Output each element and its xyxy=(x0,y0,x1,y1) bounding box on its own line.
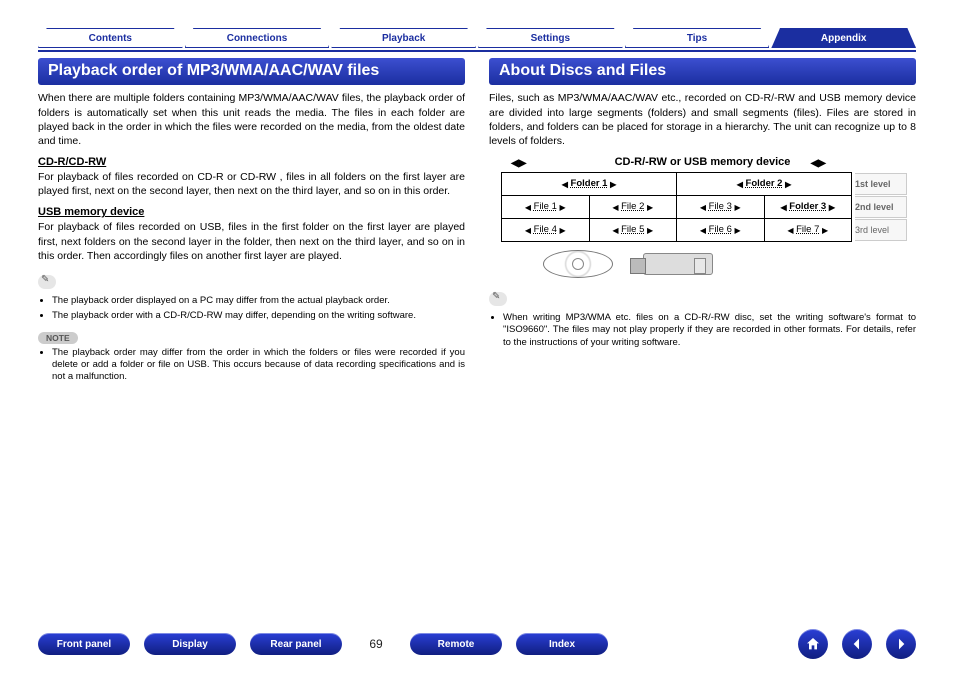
diagram-cell: ◀ Folder 2 ▶ 1st level xyxy=(676,173,851,195)
right-bullets: When writing MP3/WMA etc. files on a CD-… xyxy=(489,312,916,349)
level-label: 2nd level xyxy=(855,196,907,218)
tab-tips[interactable]: Tips xyxy=(625,28,770,48)
bullet: The playback order may differ from the o… xyxy=(52,347,465,384)
rear-panel-button[interactable]: Rear panel xyxy=(250,633,342,655)
usb-body: For playback of files recorded on USB, f… xyxy=(38,220,465,263)
level-label: 3rd level xyxy=(855,219,907,241)
remote-button[interactable]: Remote xyxy=(410,633,502,655)
home-icon[interactable] xyxy=(798,629,828,659)
tab-underline xyxy=(38,50,916,52)
tab-connections[interactable]: Connections xyxy=(185,28,330,48)
bullet: When writing MP3/WMA etc. files on a CD-… xyxy=(503,312,916,349)
display-button[interactable]: Display xyxy=(144,633,236,655)
tab-appendix[interactable]: Appendix xyxy=(771,28,916,48)
diagram-cell: ◀ Folder 1 ▶ xyxy=(502,173,676,195)
diagram-cell: ◀ File 6 ▶ xyxy=(676,219,764,241)
left-column: Playback order of MP3/WMA/AAC/WAV files … xyxy=(38,58,465,387)
footer-bar: Front panel Display Rear panel 69 Remote… xyxy=(0,629,954,659)
intro-text: When there are multiple folders containi… xyxy=(38,91,465,148)
diagram-cell: ◀ File 3 ▶ xyxy=(676,196,764,218)
diagram-cell: ◀ File 7 ▶ 3rd level xyxy=(764,219,852,241)
diagram-cell: ◀ File 5 ▶ xyxy=(589,219,677,241)
hierarchy-diagram: ◀▶ CD-R/-RW or USB memory device ◀▶ ◀ Fo… xyxy=(489,156,916,280)
prev-page-icon[interactable] xyxy=(842,629,872,659)
bullet: The playback order displayed on a PC may… xyxy=(52,295,465,307)
diagram-cell: ◀ Folder 3 ▶ 2nd level xyxy=(764,196,852,218)
right-column: About Discs and Files Files, such as MP3… xyxy=(489,58,916,387)
front-panel-button[interactable]: Front panel xyxy=(38,633,130,655)
disc-icon xyxy=(543,250,613,278)
tab-settings[interactable]: Settings xyxy=(478,28,623,48)
note-bullets: The playback order may differ from the o… xyxy=(38,347,465,384)
subheading-cdr: CD-R/CD-RW xyxy=(38,156,465,168)
section-heading-playback-order: Playback order of MP3/WMA/AAC/WAV files xyxy=(38,58,465,85)
info-bullets: The playback order displayed on a PC may… xyxy=(38,295,465,323)
tab-contents[interactable]: Contents xyxy=(38,28,183,48)
page-number: 69 xyxy=(356,637,396,651)
diagram-cell: ◀ File 1 ▶ xyxy=(502,196,589,218)
cdr-body: For playback of files recorded on CD-R o… xyxy=(38,170,465,198)
next-page-icon[interactable] xyxy=(886,629,916,659)
right-intro: Files, such as MP3/WMA/AAC/WAV etc., rec… xyxy=(489,91,916,148)
usb-stick-icon xyxy=(643,253,713,275)
diagram-cell: ◀ File 4 ▶ xyxy=(502,219,589,241)
section-heading-discs-files: About Discs and Files xyxy=(489,58,916,85)
note-icon xyxy=(38,275,56,289)
index-button[interactable]: Index xyxy=(516,633,608,655)
subheading-usb: USB memory device xyxy=(38,206,465,218)
diagram-title-text: CD-R/-RW or USB memory device xyxy=(615,156,791,168)
level-label: 1st level xyxy=(855,173,907,195)
diagram-cell: ◀ File 2 ▶ xyxy=(589,196,677,218)
note-chip: NOTE xyxy=(38,332,78,344)
tab-playback[interactable]: Playback xyxy=(331,28,476,48)
note-icon xyxy=(489,292,507,306)
diagram-title: ◀▶ CD-R/-RW or USB memory device ◀▶ xyxy=(489,156,916,168)
top-tabs: Contents Connections Playback Settings T… xyxy=(38,28,916,48)
bullet: The playback order with a CD-R/CD-RW may… xyxy=(52,310,465,322)
